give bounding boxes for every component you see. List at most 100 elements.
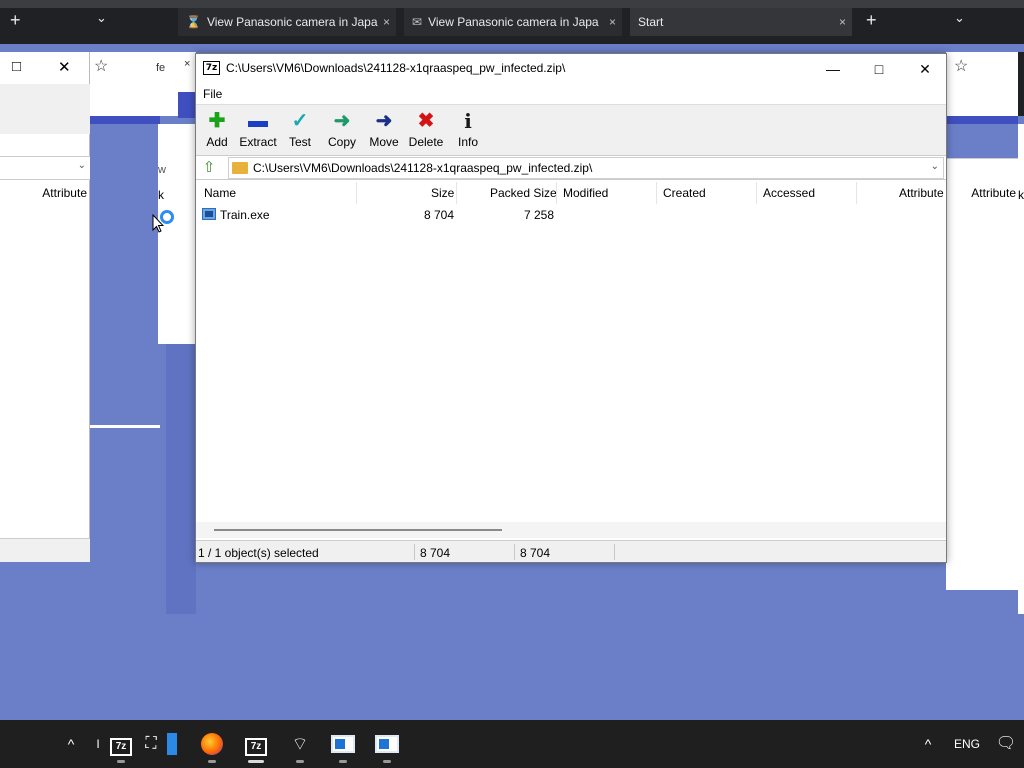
tray-chevron-icon[interactable]: ^ — [918, 732, 938, 756]
address-field[interactable]: C:\Users\VM6\Downloads\241128-x1qraaspeq… — [228, 157, 944, 179]
tab-close-icon[interactable]: × — [383, 15, 390, 29]
extract-label: Extract — [239, 135, 277, 149]
show-hidden-icons-chevron[interactable]: ^ — [62, 732, 80, 756]
file-packed-size: 7 258 — [524, 208, 555, 222]
column-divider[interactable] — [856, 182, 857, 204]
column-divider[interactable] — [356, 182, 357, 204]
window-app-icon — [375, 735, 399, 753]
browser-tab-1[interactable]: ⌛ View Panasonic camera in Japa × — [178, 8, 396, 36]
column-packed-size[interactable]: Packed Size — [490, 186, 557, 200]
bg-text-fe: fe — [156, 62, 166, 74]
bg-column-attribute[interactable]: Attribute — [42, 186, 87, 200]
column-size[interactable]: Size — [431, 186, 454, 200]
bg-text-k: k — [1018, 188, 1024, 202]
running-indicator — [296, 760, 304, 763]
7zip-file-manager-window[interactable]: 7z C:\Users\VM6\Downloads\241128-x1qraas… — [195, 53, 947, 563]
taskbar-window-app-2[interactable] — [372, 732, 402, 763]
column-divider[interactable] — [756, 182, 757, 204]
file-row[interactable]: Train.exe 8 704 7 258 — [196, 206, 946, 224]
bg-right-chrome: ☆ — [946, 52, 1024, 116]
notification-icon[interactable]: 🗨 — [994, 732, 1018, 756]
window-titlebar[interactable]: 7z C:\Users\VM6\Downloads\241128-x1qraas… — [196, 54, 946, 84]
running-indicator — [339, 760, 347, 763]
taskbar-pin-marker: I — [96, 737, 100, 751]
tab-close-icon[interactable]: × — [839, 15, 846, 29]
exe-file-icon — [202, 208, 216, 220]
move-label: Move — [369, 135, 399, 149]
browser-tab-2[interactable]: ✉ View Panasonic camera in Japa × — [404, 8, 622, 36]
column-created[interactable]: Created — [663, 186, 706, 200]
new-tab-button-2[interactable]: + — [866, 10, 877, 31]
tab-close-icon[interactable]: × — [609, 15, 616, 29]
status-selection: 1 / 1 object(s) selected — [198, 546, 319, 560]
column-attribute[interactable]: Attribute — [899, 186, 944, 200]
menu-bar: File — [196, 84, 946, 104]
minimize-button[interactable]: — — [810, 57, 856, 81]
status-size: 8 704 — [420, 546, 451, 560]
chevron-down-icon[interactable]: ⌄ — [931, 161, 939, 172]
tab-title: View Panasonic camera in Japa — [428, 15, 599, 29]
firefox-icon — [201, 733, 223, 755]
tab-strip-top — [0, 0, 1024, 8]
info-button[interactable]: i Info — [447, 109, 489, 149]
taskbar-network-app[interactable]: ⌔ — [286, 732, 314, 763]
notification-center-icon: 🗨 — [995, 735, 1017, 752]
column-accessed[interactable]: Accessed — [763, 186, 815, 200]
test-button[interactable]: ✓ Test — [279, 109, 321, 149]
info-icon: i — [464, 109, 472, 133]
7zip-icon: 7z — [110, 738, 132, 756]
bg-address-bar[interactable]: ⌄ — [0, 156, 90, 180]
browser-tab-3[interactable]: Start × — [630, 8, 852, 36]
horizontal-scrollbar[interactable] — [196, 522, 946, 538]
add-button[interactable]: ✚ Add — [196, 109, 238, 149]
menu-file[interactable]: File — [203, 87, 222, 101]
browser-tab-strip: + ⌄ ⌛ View Panasonic camera in Japa × ✉ … — [0, 0, 1024, 44]
bookmark-star-icon[interactable]: ☆ — [954, 56, 968, 76]
language-indicator[interactable]: ENG — [950, 732, 984, 756]
window-app-icon — [331, 735, 355, 753]
status-divider — [414, 544, 415, 560]
background-window-right: ☆ Attribute k — [946, 52, 1024, 614]
taskbar-screen-app[interactable]: ⛶ — [140, 732, 162, 756]
bg-toolbar — [0, 84, 90, 134]
column-divider[interactable] — [656, 182, 657, 204]
7zip-icon: 7z — [245, 738, 267, 756]
7zip-app-icon[interactable]: 7z — [203, 61, 220, 75]
up-folder-icon[interactable]: ⇧ — [200, 159, 218, 177]
column-modified[interactable]: Modified — [563, 186, 608, 200]
bg-right-address — [946, 158, 1018, 182]
running-indicator — [208, 760, 216, 763]
move-button[interactable]: ➜ Move — [363, 109, 405, 149]
column-name[interactable]: Name — [204, 186, 236, 200]
status-divider — [614, 544, 615, 560]
tab-list-chevron-icon-2[interactable]: ⌄ — [954, 10, 965, 26]
column-divider[interactable] — [456, 182, 457, 204]
bg-right-column-attribute[interactable]: Attribute — [971, 186, 1016, 200]
close-button[interactable]: ✕ — [902, 57, 948, 81]
background-panel-fragment: w k — [158, 124, 196, 344]
copy-button[interactable]: ➜ Copy — [321, 109, 363, 149]
taskbar-bluebar-app[interactable] — [164, 732, 180, 756]
address-path: C:\Users\VM6\Downloads\241128-x1qraaspeq… — [253, 161, 593, 175]
maximize-button[interactable]: □ — [856, 57, 902, 81]
screen-capture-icon: ⛶ — [145, 735, 157, 752]
bookmark-star-icon[interactable]: ☆ — [94, 56, 108, 76]
restore-icon[interactable]: □ — [12, 58, 21, 75]
taskbar-7zip-app[interactable]: 7z — [106, 732, 136, 763]
taskbar-7zip-active[interactable]: 7z — [240, 732, 272, 763]
close-icon[interactable]: ✕ — [58, 58, 71, 76]
window-title: C:\Users\VM6\Downloads\241128-x1qraaspeq… — [226, 61, 566, 75]
column-divider[interactable] — [556, 182, 557, 204]
background-block — [166, 344, 196, 614]
taskbar-firefox[interactable] — [198, 732, 226, 763]
minus-icon: ▬ — [248, 110, 268, 132]
bg-close-icon[interactable]: × — [184, 58, 190, 70]
chevron-down-icon[interactable]: ⌄ — [78, 160, 86, 171]
taskbar-window-app-1[interactable] — [328, 732, 358, 763]
file-list-header: Name Size Packed Size Modified Created A… — [196, 182, 946, 204]
extract-button[interactable]: ▬ Extract — [237, 109, 279, 149]
status-packed: 8 704 — [520, 546, 551, 560]
scrollbar-thumb[interactable] — [214, 529, 502, 531]
busy-spinner-icon — [160, 210, 174, 224]
delete-button[interactable]: ✖ Delete — [405, 109, 447, 149]
